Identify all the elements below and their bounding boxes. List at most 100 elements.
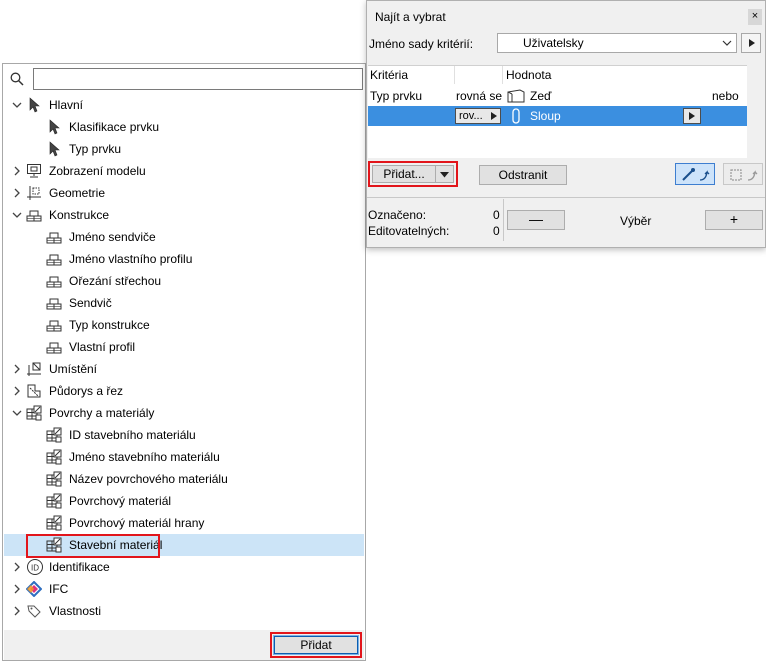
triangle-down-icon	[440, 172, 449, 178]
wall-icon	[506, 88, 526, 104]
operator-value: rov...	[459, 110, 483, 122]
add-criteria-button[interactable]: Přidat...	[372, 165, 436, 183]
materials-icon	[26, 405, 42, 421]
tree-item-label: Povrchový materiál	[69, 494, 172, 508]
tree-item-label: Vlastnosti	[49, 604, 102, 618]
tree-category[interactable]: ID Identifikace	[4, 556, 364, 578]
id-icon: ID	[26, 558, 43, 575]
pick-parameters-button[interactable]	[675, 163, 715, 185]
add-button[interactable]: Přidat	[273, 635, 359, 655]
tree-item[interactable]: Jméno stavebního materiálu	[4, 446, 364, 468]
tree-item-label: Typ konstrukce	[69, 318, 150, 332]
tree-item[interactable]: Název povrchového materiálu	[4, 468, 364, 490]
column-divider	[454, 66, 455, 84]
tree-category[interactable]: Vlastnosti	[4, 600, 364, 622]
chevron-right-icon[interactable]	[12, 386, 22, 396]
svg-text:ID: ID	[31, 564, 39, 573]
criteria-row-selected[interactable]: rov... Sloup	[368, 106, 747, 126]
selection-highlight-box	[26, 534, 160, 558]
tree-category[interactable]: Hlavní	[4, 94, 364, 116]
operator-cell[interactable]: rovná se	[456, 89, 502, 103]
add-criteria-dropdown[interactable]	[436, 165, 454, 183]
criteria-row[interactable]: Typ prvku rovná se Zeď nebo	[368, 86, 747, 106]
tree-item-label: Sendvič	[69, 296, 112, 310]
tree-item[interactable]: Jméno vlastního profilu	[4, 248, 364, 270]
tree-item-label: Zobrazení modelu	[49, 164, 146, 178]
tree-item[interactable]: Jméno sendviče	[4, 226, 364, 248]
chevron-right-icon[interactable]	[12, 188, 22, 198]
tree-category[interactable]: Umístění	[4, 358, 364, 380]
tree-item[interactable]: Typ prvku	[4, 138, 364, 160]
tree-item[interactable]: Vlastní profil	[4, 336, 364, 358]
criteria-cell: Typ prvku	[370, 89, 423, 103]
chevron-down-icon	[722, 39, 732, 47]
tree-item[interactable]: Ořezání střechou	[4, 270, 364, 292]
tree-item[interactable]: ID stavebního materiálu	[4, 424, 364, 446]
chevron-right-icon[interactable]	[12, 584, 22, 594]
criteria-set-value: Uživatelsky	[523, 36, 584, 50]
value-cell[interactable]: Zeď	[530, 89, 551, 103]
tree-category[interactable]: Geometrie	[4, 182, 364, 204]
tree-item-label: Hlavní	[49, 98, 84, 112]
tree-item[interactable]: Klasifikace prvku	[4, 116, 364, 138]
arrow-cursor-icon	[46, 119, 62, 135]
triangle-right-icon	[748, 38, 756, 48]
tree-category[interactable]: Povrchy a materiály	[4, 402, 364, 424]
tree-item-label: Jméno sendviče	[69, 230, 156, 244]
marked-count: 0	[493, 208, 500, 222]
tree-item-label: Půdorys a řez	[49, 384, 124, 398]
chevron-down-icon[interactable]	[12, 408, 22, 418]
select-button[interactable]: +	[705, 210, 763, 230]
tree-item[interactable]: Sendvič	[4, 292, 364, 314]
tree-item-label: Název povrchového materiálu	[69, 472, 228, 486]
plan-section-icon	[26, 383, 42, 399]
remove-button[interactable]: Odstranit	[479, 165, 567, 185]
chevron-right-icon[interactable]	[12, 364, 22, 374]
operator-dropdown[interactable]: rov...	[455, 108, 501, 124]
search-icon	[10, 72, 24, 86]
criteria-set-menu-button[interactable]	[741, 33, 761, 53]
marquee-button[interactable]	[723, 163, 763, 185]
dialog-title: Najít a vybrat	[375, 10, 446, 24]
chevron-right-icon[interactable]	[12, 606, 22, 616]
tree-item-label: Klasifikace prvku	[69, 120, 160, 134]
tree-item-label: Identifikace	[49, 560, 110, 574]
criteria-set-label: Jméno sady kritérií:	[369, 37, 474, 51]
arrow-cursor-icon	[26, 97, 42, 113]
tree-item[interactable]: Povrchový materiál hrany	[4, 512, 364, 534]
tree-item-label: Geometrie	[49, 186, 106, 200]
tree-category[interactable]: Zobrazení modelu	[4, 160, 364, 182]
value-menu-button[interactable]	[683, 108, 701, 124]
chevron-right-icon[interactable]	[12, 166, 22, 176]
search-row	[7, 68, 363, 92]
tree-item[interactable]: Typ konstrukce	[4, 314, 364, 336]
ifc-icon	[26, 581, 42, 597]
tree-category[interactable]: Půdorys a řez	[4, 380, 364, 402]
tree-item-label: Povrchový materiál hrany	[69, 516, 205, 530]
editable-label: Editovatelných:	[368, 224, 450, 238]
marquee-icon	[728, 167, 760, 183]
chevron-down-icon[interactable]	[12, 100, 22, 110]
arrow-cursor-icon	[46, 141, 62, 157]
tree-category[interactable]: IFC	[4, 578, 364, 600]
geometry-icon	[26, 185, 42, 201]
search-input[interactable]	[33, 68, 363, 90]
criteria-set-select[interactable]: Uživatelsky	[497, 33, 737, 53]
logic-cell: nebo	[712, 89, 739, 103]
column-header-value: Hodnota	[506, 68, 552, 82]
close-button[interactable]: ×	[748, 9, 762, 25]
tree-item[interactable]: Povrchový materiál	[4, 490, 364, 512]
deselect-button[interactable]: —	[507, 210, 565, 230]
chevron-down-icon[interactable]	[12, 210, 22, 220]
table-scrollbar[interactable]	[747, 65, 765, 157]
chevron-right-icon[interactable]	[12, 562, 22, 572]
tree-category[interactable]: Konstrukce	[4, 204, 364, 226]
criteria-tree-panel: Hlavní Klasifikace prvku Typ prvku Zobrazen…	[2, 63, 366, 661]
divider	[367, 197, 765, 198]
tree-item-label: Typ prvku	[69, 142, 122, 156]
tree-item-label: Jméno vlastního profilu	[69, 252, 193, 266]
value-cell[interactable]: Sloup	[530, 109, 561, 123]
monitor-icon	[26, 163, 42, 179]
selection-label: Výběr	[620, 214, 652, 228]
tree-item-label: Konstrukce	[49, 208, 110, 222]
